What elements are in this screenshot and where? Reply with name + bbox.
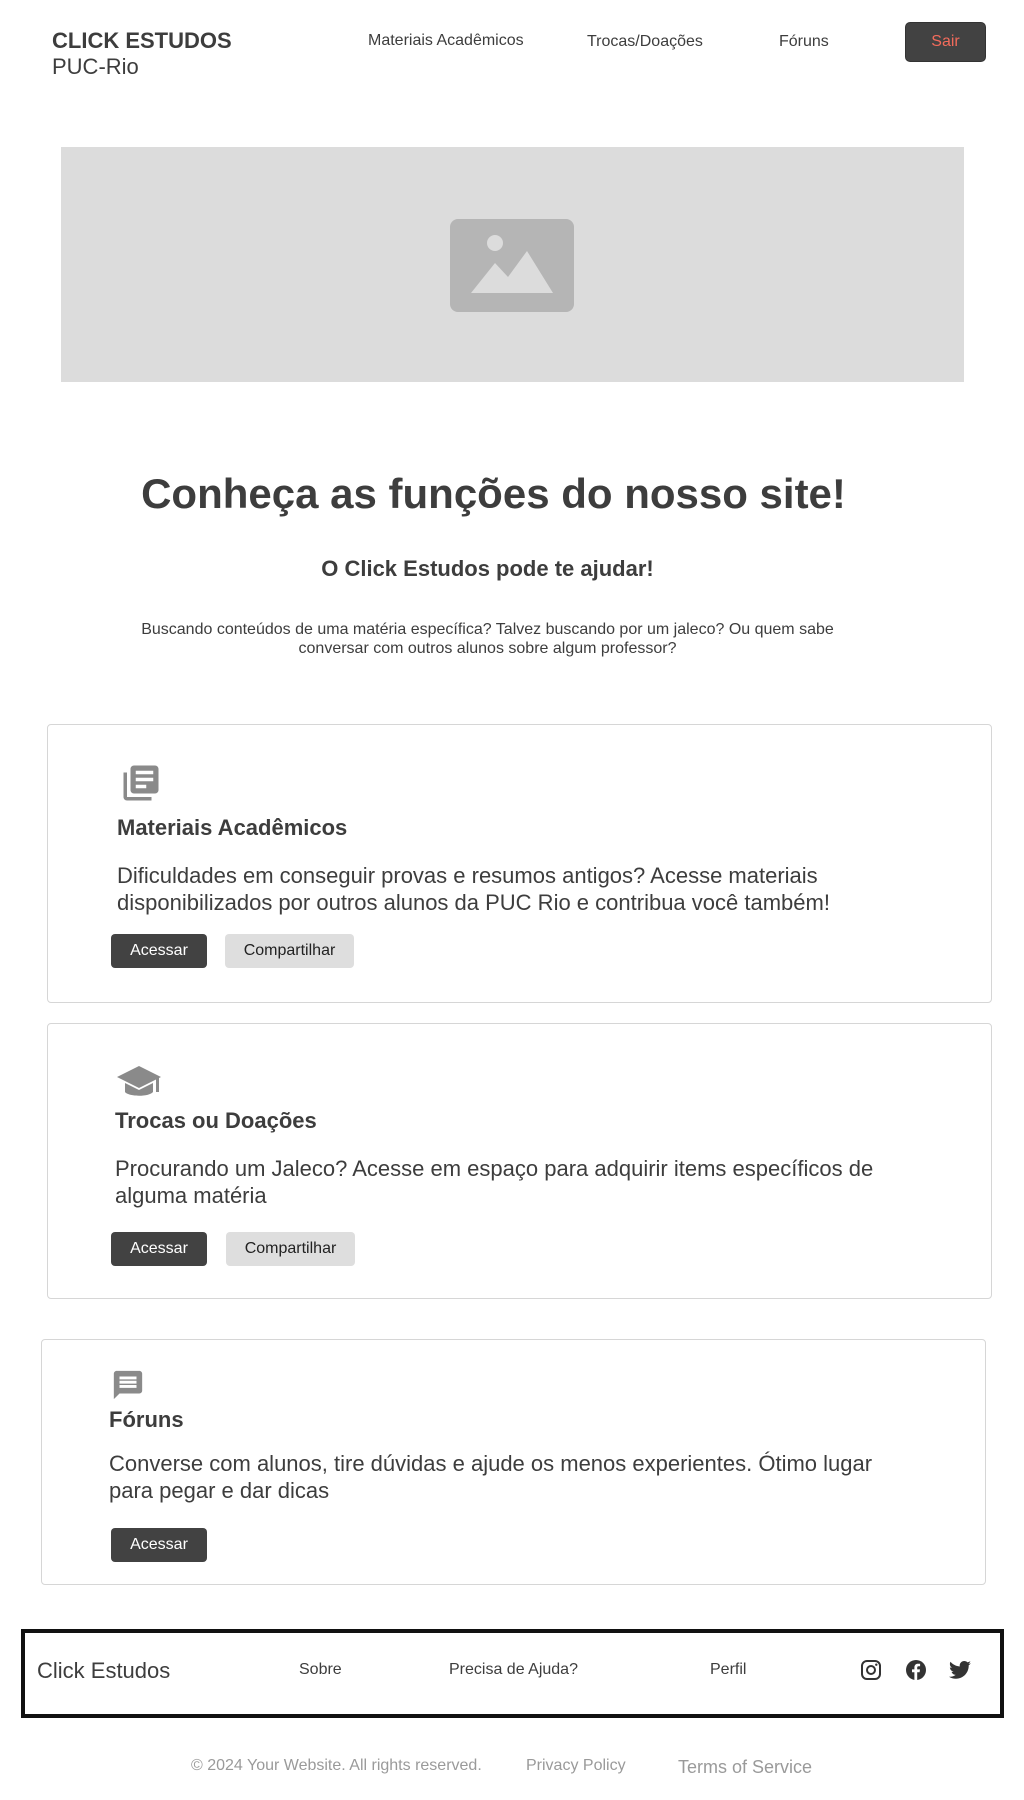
page-description: Buscando conteúdos de uma matéria especí… <box>141 621 834 657</box>
footer-link-sobre[interactable]: Sobre <box>299 1661 342 1679</box>
brand[interactable]: CLICK ESTUDOS PUC-Rio <box>52 28 232 80</box>
nav-materiais-academicos[interactable]: Materiais Acadêmicos <box>368 32 524 50</box>
facebook-icon[interactable] <box>904 1658 928 1682</box>
acessar-trocas-button[interactable]: Acessar <box>111 1232 207 1266</box>
brand-subtitle: PUC-Rio <box>52 54 139 79</box>
nav-trocas-doacoes[interactable]: Trocas/Doações <box>587 33 703 51</box>
instagram-icon[interactable] <box>859 1658 883 1682</box>
page-subtitle: O Click Estudos pode te ajudar! <box>321 556 654 581</box>
card-title: Trocas ou Doações <box>115 1108 317 1133</box>
brand-title: CLICK ESTUDOS <box>52 28 232 53</box>
footer-link-ajuda[interactable]: Precisa de Ajuda? <box>449 1661 578 1679</box>
acessar-materiais-button[interactable]: Acessar <box>111 934 207 968</box>
card-description: Converse com alunos, tire dúvidas e ajud… <box>109 1451 873 1503</box>
chat-bubble-icon <box>111 1368 145 1407</box>
graduation-cap-icon <box>116 1064 162 1109</box>
privacy-policy-link[interactable]: Privacy Policy <box>526 1757 626 1775</box>
acessar-foruns-button[interactable]: Acessar <box>111 1528 207 1562</box>
twitter-icon[interactable] <box>948 1658 972 1682</box>
footer-brand[interactable]: Click Estudos <box>37 1658 170 1684</box>
footer-link-perfil[interactable]: Perfil <box>710 1661 746 1679</box>
card-description: Procurando um Jaleco? Acesse em espaço p… <box>115 1156 874 1208</box>
card-title: Fóruns <box>109 1407 184 1432</box>
card-description: Dificuldades em conseguir provas e resum… <box>117 863 830 915</box>
compartilhar-materiais-button[interactable]: Compartilhar <box>225 934 354 968</box>
library-books-icon <box>120 762 162 809</box>
card-title: Materiais Acadêmicos <box>117 815 348 840</box>
image-placeholder-icon <box>450 219 574 312</box>
compartilhar-trocas-button[interactable]: Compartilhar <box>226 1232 355 1266</box>
terms-of-service-link[interactable]: Terms of Service <box>678 1757 812 1778</box>
nav-foruns[interactable]: Fóruns <box>779 33 829 51</box>
copyright: © 2024 Your Website. All rights reserved… <box>191 1757 482 1774</box>
page-title: Conheça as funções do nosso site! <box>141 470 846 517</box>
logout-button[interactable]: Sair <box>905 22 986 62</box>
